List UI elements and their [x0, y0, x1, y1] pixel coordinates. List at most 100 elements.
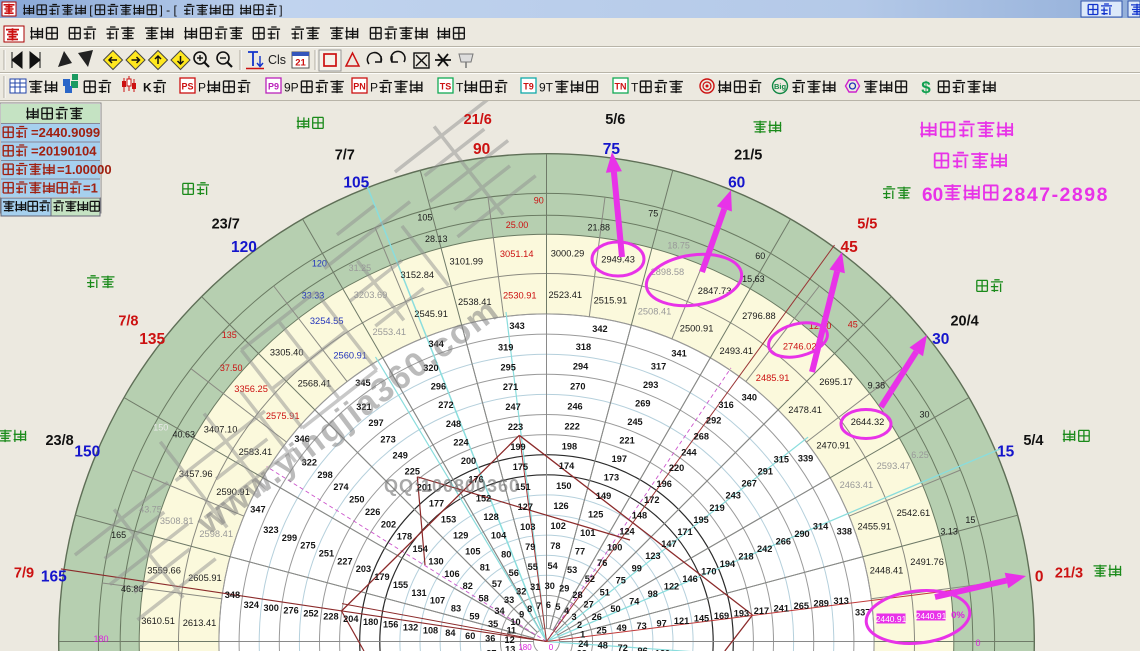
svg-text:54: 54	[547, 561, 558, 571]
svg-text:59: 59	[469, 611, 479, 621]
svg-text:52: 52	[585, 574, 595, 584]
svg-text:175: 175	[513, 462, 528, 472]
svg-text:7: 7	[536, 601, 541, 611]
svg-text:296: 296	[431, 382, 446, 392]
svg-text:2796.88: 2796.88	[742, 311, 776, 321]
svg-text:43.75: 43.75	[139, 504, 162, 514]
svg-text:3: 3	[571, 612, 576, 622]
svg-text:271: 271	[503, 382, 518, 392]
svg-text:202: 202	[381, 519, 396, 529]
svg-text:244: 244	[681, 447, 697, 457]
svg-text:60: 60	[728, 174, 745, 191]
svg-text:2470.91: 2470.91	[816, 441, 850, 451]
svg-text:5/6: 5/6	[605, 112, 625, 128]
svg-text:5: 5	[555, 602, 560, 612]
svg-text:145: 145	[694, 613, 709, 623]
svg-text:104: 104	[491, 531, 507, 541]
svg-text:2542.61: 2542.61	[897, 508, 931, 518]
svg-text:32: 32	[516, 587, 526, 597]
svg-text:$: $	[921, 78, 931, 97]
svg-text:251: 251	[319, 549, 334, 559]
svg-text:195: 195	[693, 515, 708, 525]
svg-text:204: 204	[343, 614, 359, 624]
svg-text:155: 155	[393, 580, 408, 590]
svg-text:98: 98	[648, 589, 658, 599]
svg-text:73: 73	[636, 621, 646, 631]
svg-text:317: 317	[651, 361, 666, 371]
svg-text:23/7: 23/7	[212, 216, 240, 232]
svg-text:76: 76	[597, 558, 607, 568]
svg-text:2746.02: 2746.02	[783, 342, 817, 352]
svg-text:105: 105	[465, 547, 480, 557]
svg-text:179: 179	[374, 572, 389, 582]
svg-text:250: 250	[349, 495, 364, 505]
svg-text:9.38: 9.38	[868, 381, 886, 391]
svg-text:=1: =1	[83, 181, 98, 196]
svg-text:15: 15	[965, 515, 975, 525]
svg-text:]: ]	[279, 3, 282, 17]
svg-text:5/5: 5/5	[857, 216, 877, 232]
svg-text:24: 24	[578, 639, 589, 649]
svg-text:23/8: 23/8	[45, 433, 73, 449]
svg-text:102: 102	[551, 521, 566, 531]
svg-text:348: 348	[225, 590, 240, 600]
svg-text:228: 228	[323, 611, 338, 621]
svg-text:203: 203	[356, 564, 371, 574]
svg-text:105: 105	[343, 174, 369, 191]
svg-text:2478.41: 2478.41	[788, 405, 822, 415]
svg-text:7/7: 7/7	[335, 148, 355, 164]
svg-text:30: 30	[932, 331, 949, 348]
svg-text:2440.91: 2440.91	[876, 614, 907, 624]
svg-text:290: 290	[794, 529, 809, 539]
svg-text:124: 124	[619, 527, 635, 537]
svg-text:219: 219	[709, 503, 724, 513]
svg-text:90: 90	[473, 141, 490, 158]
svg-text:150: 150	[74, 443, 100, 460]
svg-text:3610.51: 3610.51	[141, 616, 175, 626]
svg-text:2500.91: 2500.91	[680, 324, 714, 334]
svg-text:53: 53	[567, 565, 577, 575]
svg-text:Cls: Cls	[268, 53, 286, 67]
svg-text:341: 341	[671, 348, 686, 358]
svg-text:338: 338	[837, 527, 852, 537]
svg-text:265: 265	[794, 601, 809, 611]
svg-text:242: 242	[757, 544, 772, 554]
svg-text:4: 4	[564, 606, 570, 616]
svg-text:5/4: 5/4	[1023, 433, 1043, 449]
svg-text:128: 128	[483, 512, 498, 522]
svg-text:169: 169	[714, 611, 729, 621]
svg-text:31: 31	[530, 582, 540, 592]
svg-text:221: 221	[619, 435, 634, 445]
svg-text:248: 248	[446, 419, 461, 429]
svg-text:249: 249	[393, 450, 408, 460]
svg-text:=2440.9099: =2440.9099	[31, 125, 100, 140]
svg-text:2523.41: 2523.41	[548, 290, 582, 300]
svg-text:77: 77	[575, 547, 585, 557]
svg-text:2644.32: 2644.32	[851, 417, 885, 427]
svg-text:18.75: 18.75	[667, 241, 690, 251]
svg-text:15.63: 15.63	[742, 274, 765, 284]
svg-text:K: K	[143, 81, 152, 95]
svg-text:267: 267	[742, 479, 757, 489]
svg-text:2463.41: 2463.41	[840, 480, 874, 490]
svg-text:51: 51	[600, 588, 610, 598]
svg-text:6.25: 6.25	[911, 450, 929, 460]
svg-text:148: 148	[632, 511, 647, 521]
svg-text:300: 300	[264, 603, 279, 613]
svg-text:247: 247	[505, 402, 520, 412]
svg-text:227: 227	[337, 556, 352, 566]
svg-text:P: P	[370, 81, 378, 95]
svg-text:106: 106	[444, 569, 459, 579]
svg-text:246: 246	[567, 402, 582, 412]
svg-text:81: 81	[480, 563, 490, 573]
svg-text:34: 34	[494, 606, 505, 616]
svg-text:9T: 9T	[539, 81, 554, 95]
svg-text:107: 107	[430, 596, 445, 606]
svg-text:QQ:100800360: QQ:100800360	[384, 476, 520, 496]
svg-text:273: 273	[380, 434, 395, 444]
svg-text:180: 180	[363, 617, 378, 627]
svg-text:7/8: 7/8	[118, 314, 138, 330]
svg-text:105: 105	[417, 213, 432, 223]
svg-text:291: 291	[758, 467, 773, 477]
svg-text:97: 97	[656, 618, 666, 628]
